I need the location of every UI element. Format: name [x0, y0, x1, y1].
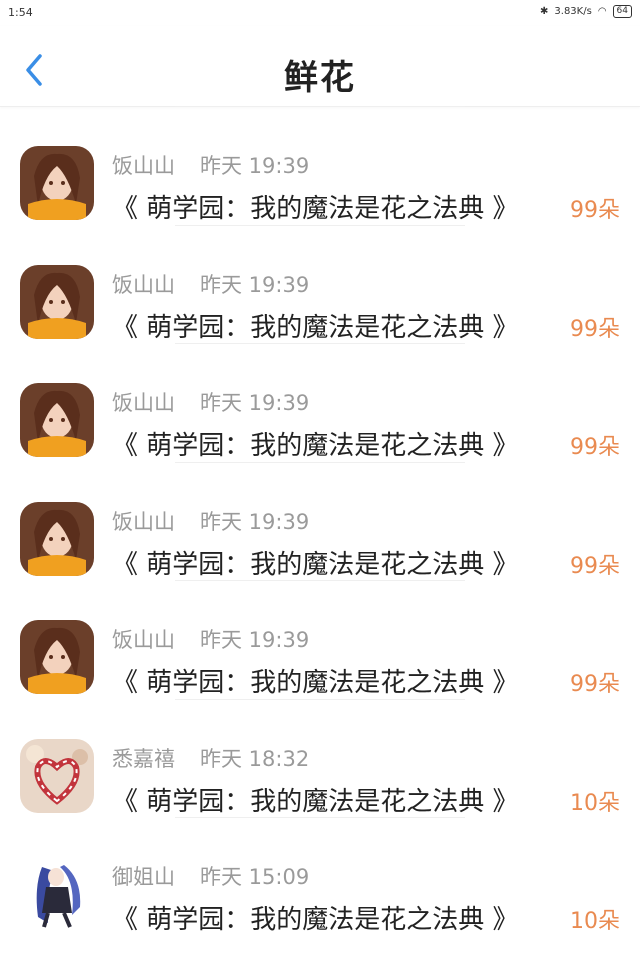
candy-hearts-avatar-image: [20, 738, 94, 813]
flower-count: 99朵: [570, 198, 620, 223]
book-title: 《 萌学园：我的魔法是花之法典 》: [112, 905, 519, 935]
timestamp: 昨天 19:39: [200, 628, 310, 652]
girl-scarf-avatar-image: [20, 146, 94, 220]
flower-count: 10朵: [570, 790, 620, 816]
timestamp: 昨天 19:39: [200, 154, 310, 178]
timestamp: 昨天 15:09: [200, 865, 310, 889]
user-name: 饭山山: [112, 154, 175, 178]
divider: [175, 580, 465, 581]
list-item[interactable]: 饭山山 昨天 19:39 《 萌学园：我的魔法是花之法典 》 99朵: [0, 461, 640, 581]
avatar[interactable]: [20, 383, 94, 457]
user-name: 御姐山: [112, 865, 175, 889]
avatar[interactable]: [20, 146, 94, 220]
user-name: 悉嘉禧: [112, 746, 175, 771]
girl-scarf-avatar-image: [20, 501, 94, 576]
flower-count: 99朵: [570, 672, 620, 697]
anime-character-avatar-image: [20, 857, 94, 931]
page-title: 鲜花: [284, 58, 356, 98]
divider: [175, 224, 465, 226]
girl-scarf-avatar-image: [20, 620, 94, 694]
book-title: 《 萌学园：我的魔法是花之法典 》: [112, 786, 519, 817]
divider: [175, 817, 465, 818]
girl-scarf-avatar-image: [20, 264, 94, 339]
flower-count: 99朵: [570, 553, 620, 579]
girl-scarf-avatar-image: [20, 383, 94, 457]
divider: [175, 698, 465, 700]
wifi-icon: ◠: [597, 6, 607, 17]
avatar[interactable]: [20, 738, 94, 813]
status-bar: 1:54 ✱ 3.83K/s ◠ 64: [0, 0, 640, 26]
avatar[interactable]: [20, 501, 94, 576]
flower-count: 99朵: [570, 435, 620, 460]
timestamp: 昨天 19:39: [200, 272, 310, 297]
user-name: 饭山山: [112, 272, 175, 297]
book-title: 《 萌学园：我的魔法是花之法典 》: [112, 431, 519, 461]
book-title: 《 萌学园：我的魔法是花之法典 》: [112, 668, 519, 698]
list-item[interactable]: 饭山山 昨天 19:39 《 萌学园：我的魔法是花之法典 》 99朵: [0, 343, 640, 462]
network-speed: 3.83K/s: [554, 6, 592, 17]
timestamp: 昨天 19:39: [200, 509, 310, 534]
book-title: 《 萌学园：我的魔法是花之法典 》: [112, 549, 519, 580]
status-indicators: ✱ 3.83K/s ◠ 64: [540, 5, 632, 18]
list-item[interactable]: 饭山山 昨天 19:39 《 萌学园：我的魔法是花之法典 》 99朵: [0, 224, 640, 344]
user-name: 饭山山: [112, 509, 175, 534]
flower-count: 99朵: [570, 316, 620, 342]
flower-count: 10朵: [570, 909, 620, 934]
user-name: 饭山山: [112, 391, 175, 415]
status-time: 1:54: [8, 6, 33, 19]
book-title: 《 萌学园：我的魔法是花之法典 》: [112, 194, 519, 224]
divider: [175, 461, 465, 463]
list-item[interactable]: 饭山山 昨天 19:39 《 萌学园：我的魔法是花之法典 》 99朵: [0, 106, 640, 225]
battery-icon: 64: [612, 5, 632, 18]
divider: [175, 106, 465, 107]
user-name: 饭山山: [112, 628, 175, 652]
list-item[interactable]: 饭山山 昨天 19:39 《 萌学园：我的魔法是花之法典 》 99朵: [0, 580, 640, 699]
bluetooth-icon: ✱: [540, 6, 549, 17]
list-item[interactable]: 御姐山 昨天 15:09 《 萌学园：我的魔法是花之法典 》 10朵: [0, 817, 640, 936]
top-bar: 鲜花: [0, 26, 640, 107]
avatar[interactable]: [20, 620, 94, 694]
divider: [175, 343, 465, 344]
timestamp: 昨天 19:39: [200, 391, 310, 415]
book-title: 《 萌学园：我的魔法是花之法典 》: [112, 312, 519, 343]
flower-list: 饭山山 昨天 19:39 《 萌学园：我的魔法是花之法典 》 99朵 饭山山 昨…: [0, 106, 640, 936]
avatar[interactable]: [20, 857, 94, 931]
list-item[interactable]: 悉嘉禧 昨天 18:32 《 萌学园：我的魔法是花之法典 》 10朵: [0, 698, 640, 818]
avatar[interactable]: [20, 264, 94, 339]
timestamp: 昨天 18:32: [200, 746, 310, 771]
